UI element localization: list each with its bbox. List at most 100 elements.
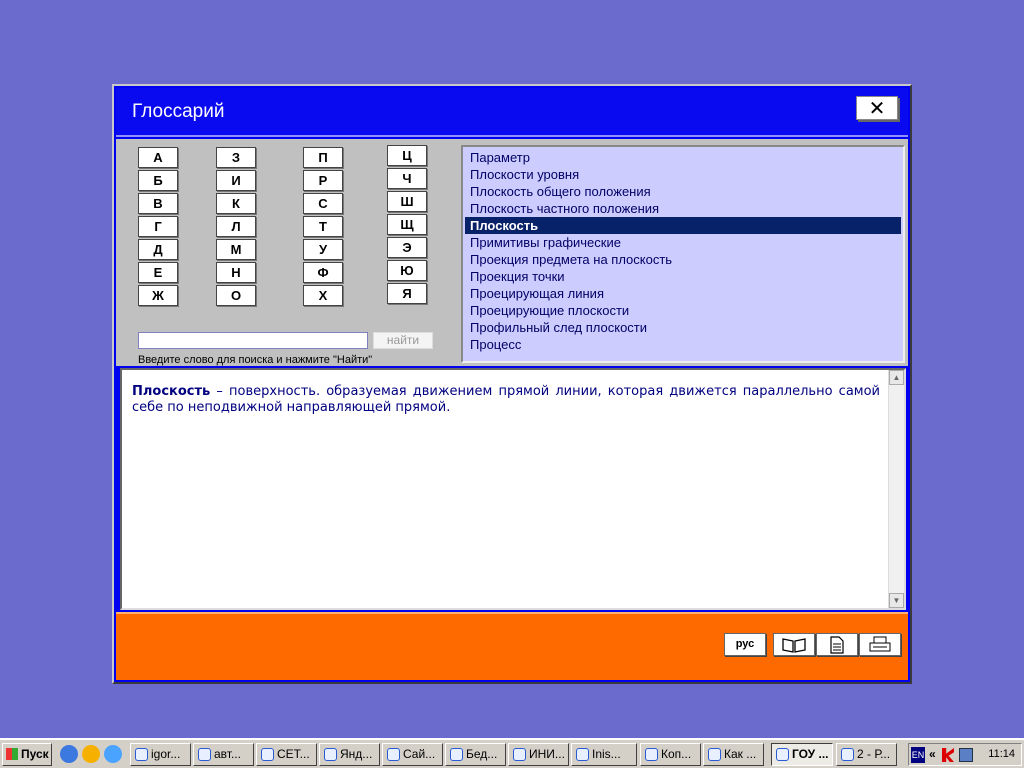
footer-bar: рус [116, 612, 908, 680]
find-button[interactable]: найти [373, 332, 433, 349]
search-input[interactable] [138, 332, 368, 349]
taskbar-item-label: авт... [214, 747, 241, 761]
letter-button[interactable]: У [303, 239, 343, 260]
term-list-item[interactable]: Плоскость [465, 217, 901, 234]
taskbar-item-label: СЕТ... [277, 747, 310, 761]
letter-button[interactable]: Я [387, 283, 427, 304]
letter-and-list-panel: АБВГДЕЖ ЗИКЛМНО ПРСТУФХ ЦЧШЩЭЮЯ найти Введи… [116, 139, 908, 366]
ie-icon[interactable] [60, 745, 78, 763]
term-list-item[interactable]: Процесс [465, 336, 901, 353]
taskbar-item[interactable]: Бед... [445, 743, 506, 766]
taskbar-item[interactable]: Янд... [319, 743, 380, 766]
term-list-item[interactable]: Плоскости уровня [465, 166, 901, 183]
clock[interactable]: 11:14 [988, 748, 1015, 760]
taskbar-item[interactable]: 2 - Р... [836, 743, 897, 766]
antivirus-icon[interactable] [942, 748, 954, 762]
window-icon [135, 748, 148, 761]
term-list-item[interactable]: Параметр [465, 149, 901, 166]
term-list-item[interactable]: Проецирующие плоскости [465, 302, 901, 319]
taskbar-item-label: igor... [151, 747, 181, 761]
definition-scrollbar[interactable]: ▲ ▼ [888, 370, 904, 608]
window-icon [576, 748, 589, 761]
scroll-down-icon[interactable]: ▼ [889, 593, 904, 608]
letter-button[interactable]: Ф [303, 262, 343, 283]
document-button[interactable] [816, 633, 858, 656]
letter-button[interactable]: Ч [387, 168, 427, 189]
print-button[interactable] [859, 633, 901, 656]
letter-button[interactable]: П [303, 147, 343, 168]
window-icon [841, 748, 854, 761]
window-icon [261, 748, 274, 761]
taskbar-item-label: Как ... [724, 747, 757, 761]
taskbar-item[interactable]: Коп... [640, 743, 701, 766]
taskbar-item[interactable]: авт... [193, 743, 254, 766]
window-icon [645, 748, 658, 761]
taskbar-item-label: Бед... [466, 747, 498, 761]
close-button[interactable]: ✕ [856, 96, 898, 120]
taskbar-item[interactable]: Inis... [571, 743, 637, 766]
letter-button[interactable]: Ш [387, 191, 427, 212]
taskbar-item[interactable]: ИНИ... [508, 743, 569, 766]
taskbar-item-label: Коп... [661, 747, 692, 761]
letter-button[interactable]: Д [138, 239, 178, 260]
letter-button[interactable]: Г [138, 216, 178, 237]
start-button[interactable]: Пуск [2, 743, 52, 766]
term-list-item[interactable]: Плоскость частного положения [465, 200, 901, 217]
start-label: Пуск [21, 747, 49, 761]
taskbar-item[interactable]: igor... [130, 743, 191, 766]
letter-button[interactable]: Б [138, 170, 178, 191]
letter-button[interactable]: С [303, 193, 343, 214]
term-list-item[interactable]: Проецирующая линия [465, 285, 901, 302]
window-icon [450, 748, 463, 761]
letter-button[interactable]: Е [138, 262, 178, 283]
media-player-icon[interactable] [82, 745, 100, 763]
taskbar-item-label: ИНИ... [529, 747, 565, 761]
window-icon [708, 748, 721, 761]
letter-button[interactable]: Т [303, 216, 343, 237]
glossary-window: Глоссарий ✕ АБВГДЕЖ ЗИКЛМНО ПРСТУФХ ЦЧШЩЭЮЯ… [112, 84, 912, 684]
taskbar-item-label: Янд... [340, 747, 373, 761]
window-icon [387, 748, 400, 761]
term-list[interactable]: Параметр Плоскости уровня Плоскость общего… [461, 145, 905, 363]
network-icon[interactable] [959, 748, 973, 762]
document-icon [830, 636, 844, 654]
letter-button[interactable]: Л [216, 216, 256, 237]
letter-button[interactable]: Ц [387, 145, 427, 166]
term-list-item[interactable]: Плоскость общего положения [465, 183, 901, 200]
letter-button[interactable]: Х [303, 285, 343, 306]
language-indicator[interactable]: EN [911, 747, 925, 763]
letter-button[interactable]: Щ [387, 214, 427, 235]
letter-button[interactable]: Н [216, 262, 256, 283]
explorer-icon[interactable] [104, 745, 122, 763]
taskbar-item-label: Inis... [592, 747, 621, 761]
letter-button[interactable]: Р [303, 170, 343, 191]
definition-text: Плоскость – поверхность. образуемая движ… [132, 384, 880, 416]
language-button[interactable]: рус [724, 633, 766, 656]
term-list-item[interactable]: Примитивы графические [465, 234, 901, 251]
taskbar-item[interactable]: СЕТ... [256, 743, 317, 766]
letter-button[interactable]: Ж [138, 285, 178, 306]
book-button[interactable] [773, 633, 815, 656]
letter-button[interactable]: Ю [387, 260, 427, 281]
print-icon [869, 636, 891, 652]
window-icon [776, 748, 789, 761]
term-list-item[interactable]: Проекция точки [465, 268, 901, 285]
taskbar-item[interactable]: Как ... [703, 743, 764, 766]
letter-button[interactable]: З [216, 147, 256, 168]
letter-button[interactable]: И [216, 170, 256, 191]
taskbar-item-label: 2 - Р... [857, 747, 891, 761]
letter-button[interactable]: В [138, 193, 178, 214]
term-list-item[interactable]: Профильный след плоскости [465, 319, 901, 336]
letter-button[interactable]: А [138, 147, 178, 168]
scroll-up-icon[interactable]: ▲ [889, 370, 904, 385]
taskbar-item[interactable]: Сай... [382, 743, 443, 766]
window-title: Глоссарий [132, 101, 225, 122]
letter-button[interactable]: Э [387, 237, 427, 258]
letter-button[interactable]: М [216, 239, 256, 260]
term-list-item[interactable]: Проекция предмета на плоскость [465, 251, 901, 268]
letter-button[interactable]: О [216, 285, 256, 306]
expand-tray-icon[interactable]: « [929, 747, 936, 761]
taskbar-item[interactable]: ГОУ ... [771, 743, 833, 766]
letter-button[interactable]: К [216, 193, 256, 214]
window-icon [324, 748, 337, 761]
